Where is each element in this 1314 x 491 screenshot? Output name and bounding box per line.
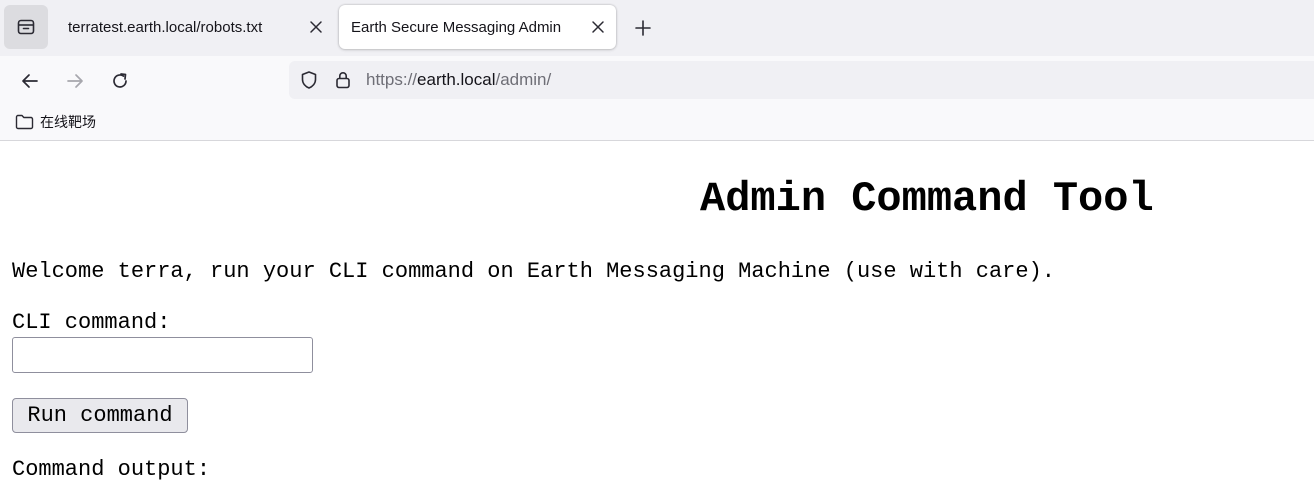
tab-title: Earth Secure Messaging Admin [351, 18, 562, 36]
url-path: /admin/ [495, 70, 552, 89]
back-button[interactable] [17, 68, 43, 94]
plus-icon [635, 20, 651, 36]
welcome-message: Welcome terra, run your CLI command on E… [12, 259, 1055, 284]
reload-button[interactable] [107, 68, 133, 94]
cli-command-input[interactable] [12, 337, 313, 373]
new-tab-button[interactable] [628, 14, 658, 42]
url-text[interactable]: https://earth.local/admin/ [366, 70, 551, 90]
folder-icon [15, 114, 34, 130]
close-tab-button[interactable] [586, 15, 610, 39]
tab-bar: terratest.earth.local/robots.txt Earth S… [0, 0, 1314, 56]
arrow-left-icon [22, 74, 38, 88]
arrow-right-icon [67, 74, 83, 88]
site-security-button[interactable] [333, 70, 353, 90]
bookmark-folder[interactable]: 在线靶场 [15, 112, 96, 132]
tab-list-button[interactable] [4, 5, 48, 49]
close-icon [592, 21, 604, 33]
bookmarks-toolbar: 在线靶场 [0, 104, 1314, 141]
cli-command-label: CLI command: [12, 310, 171, 335]
shield-icon [301, 71, 317, 89]
forward-button[interactable] [62, 68, 88, 94]
page-content: Admin Command Tool Welcome terra, run yo… [0, 141, 1314, 491]
reload-icon [113, 73, 127, 88]
tab-list-icon [17, 19, 35, 35]
tracking-protection-button[interactable] [299, 70, 319, 90]
url-host: earth.local [417, 70, 496, 89]
tab-title: terratest.earth.local/robots.txt [68, 18, 263, 36]
tab-earth-admin[interactable]: Earth Secure Messaging Admin [339, 5, 616, 49]
lock-icon [336, 72, 350, 89]
tab-robots-txt[interactable]: terratest.earth.local/robots.txt [56, 5, 334, 49]
run-command-button[interactable]: Run command [12, 398, 188, 433]
command-output-label: Command output: [12, 457, 211, 482]
bookmark-label: 在线靶场 [40, 114, 96, 130]
url-scheme: https:// [366, 70, 418, 89]
close-icon [310, 21, 322, 33]
address-bar[interactable]: https://earth.local/admin/ [289, 61, 1314, 99]
page-title: Admin Command Tool [700, 175, 1154, 223]
navigation-toolbar: https://earth.local/admin/ [0, 56, 1314, 104]
close-tab-button[interactable] [304, 15, 328, 39]
